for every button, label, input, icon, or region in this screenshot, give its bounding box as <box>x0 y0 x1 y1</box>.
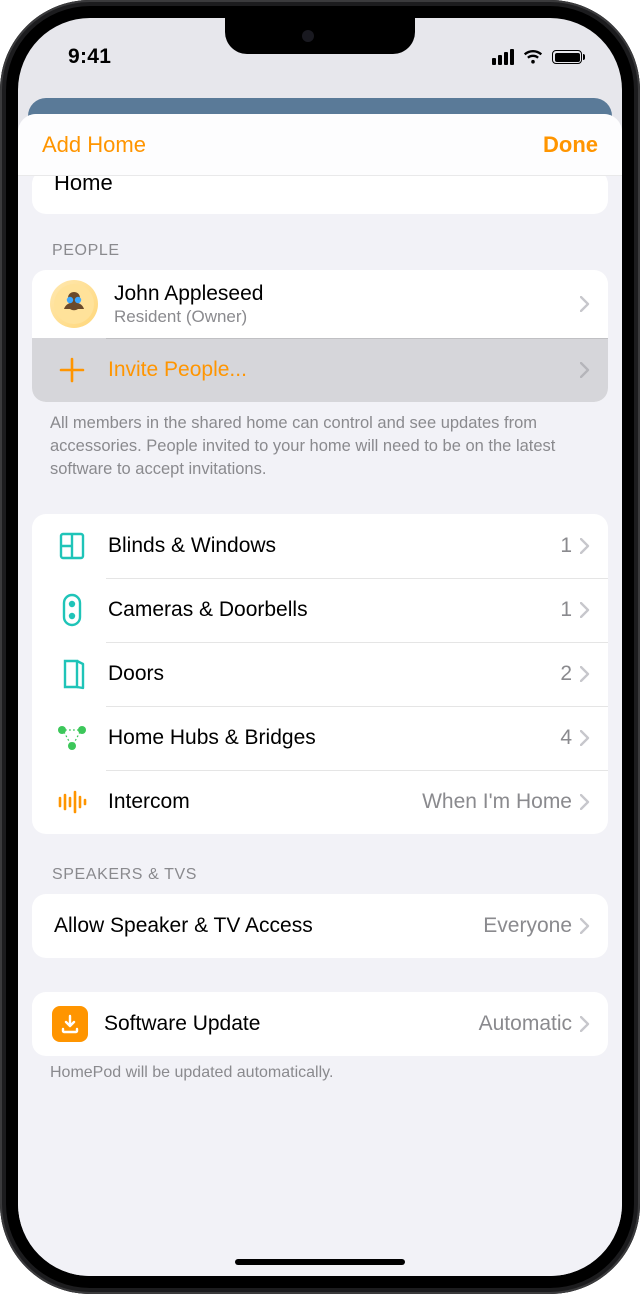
chevron-right-icon <box>580 538 590 554</box>
software-update-row[interactable]: Software Update Automatic <box>32 992 608 1056</box>
category-count: 1 <box>560 598 572 622</box>
battery-icon <box>552 50 582 64</box>
nav-bar: Add Home Done <box>18 114 622 176</box>
category-count: 4 <box>560 726 572 750</box>
category-label: Intercom <box>108 790 422 814</box>
software-update-label: Software Update <box>104 1012 479 1036</box>
software-card: Software Update Automatic <box>32 992 608 1056</box>
category-label: Blinds & Windows <box>108 534 560 558</box>
category-count: 1 <box>560 534 572 558</box>
category-intercom[interactable]: Intercom When I'm Home <box>32 770 608 834</box>
people-card: John Appleseed Resident (Owner) Invite P… <box>32 270 608 402</box>
invite-people-label: Invite People... <box>108 358 580 382</box>
home-indicator[interactable] <box>235 1259 405 1265</box>
invite-people-button[interactable]: Invite People... <box>32 338 608 402</box>
intercom-icon <box>50 780 94 824</box>
chevron-right-icon <box>580 362 590 378</box>
software-footer-text: HomePod will be updated automatically. <box>32 1056 608 1084</box>
notch <box>225 18 415 54</box>
chevron-right-icon <box>580 730 590 746</box>
blinds-icon <box>50 524 94 568</box>
status-time: 9:41 <box>68 45 111 69</box>
doorbell-icon <box>50 588 94 632</box>
speaker-access-label: Allow Speaker & TV Access <box>54 914 483 938</box>
software-update-icon <box>50 1004 90 1044</box>
category-label: Home Hubs & Bridges <box>108 726 560 750</box>
software-update-value: Automatic <box>479 1012 572 1036</box>
chevron-right-icon <box>580 918 590 934</box>
category-label: Doors <box>108 662 560 686</box>
hub-icon <box>50 716 94 760</box>
home-name-card[interactable]: Home <box>32 176 608 214</box>
chevron-right-icon <box>580 296 590 312</box>
chevron-right-icon <box>580 666 590 682</box>
wifi-icon <box>522 49 544 65</box>
people-footer-text: All members in the shared home can contr… <box>32 402 608 480</box>
add-home-button[interactable]: Add Home <box>42 132 146 158</box>
home-name-label: Home <box>54 176 113 195</box>
chevron-right-icon <box>580 1016 590 1032</box>
settings-sheet: Add Home Done Home PEOPLE <box>18 114 622 1276</box>
speakers-section-header: SPEAKERS & TVS <box>32 834 608 894</box>
category-home-hubs[interactable]: Home Hubs & Bridges 4 <box>32 706 608 770</box>
speaker-access-value: Everyone <box>483 914 572 938</box>
status-icons <box>492 49 582 65</box>
speaker-access-row[interactable]: Allow Speaker & TV Access Everyone <box>32 894 608 958</box>
category-blinds-windows[interactable]: Blinds & Windows 1 <box>32 514 608 578</box>
speakers-card: Allow Speaker & TV Access Everyone <box>32 894 608 958</box>
door-icon <box>50 652 94 696</box>
avatar <box>50 280 98 328</box>
content-scroll[interactable]: Home PEOPLE <box>18 176 622 1276</box>
person-name: John Appleseed <box>114 281 580 306</box>
chevron-right-icon <box>580 602 590 618</box>
category-doors[interactable]: Doors 2 <box>32 642 608 706</box>
people-section-header: PEOPLE <box>32 214 608 270</box>
cellular-signal-icon <box>492 49 514 65</box>
chevron-right-icon <box>580 794 590 810</box>
categories-card: Blinds & Windows 1 Cameras & Doorbells 1 <box>32 514 608 834</box>
category-label: Cameras & Doorbells <box>108 598 560 622</box>
done-button[interactable]: Done <box>543 132 598 158</box>
person-role: Resident (Owner) <box>114 307 580 327</box>
person-row[interactable]: John Appleseed Resident (Owner) <box>32 270 608 338</box>
category-value: When I'm Home <box>422 790 572 814</box>
category-count: 2 <box>560 662 572 686</box>
category-cameras-doorbells[interactable]: Cameras & Doorbells 1 <box>32 578 608 642</box>
plus-icon <box>50 348 94 392</box>
